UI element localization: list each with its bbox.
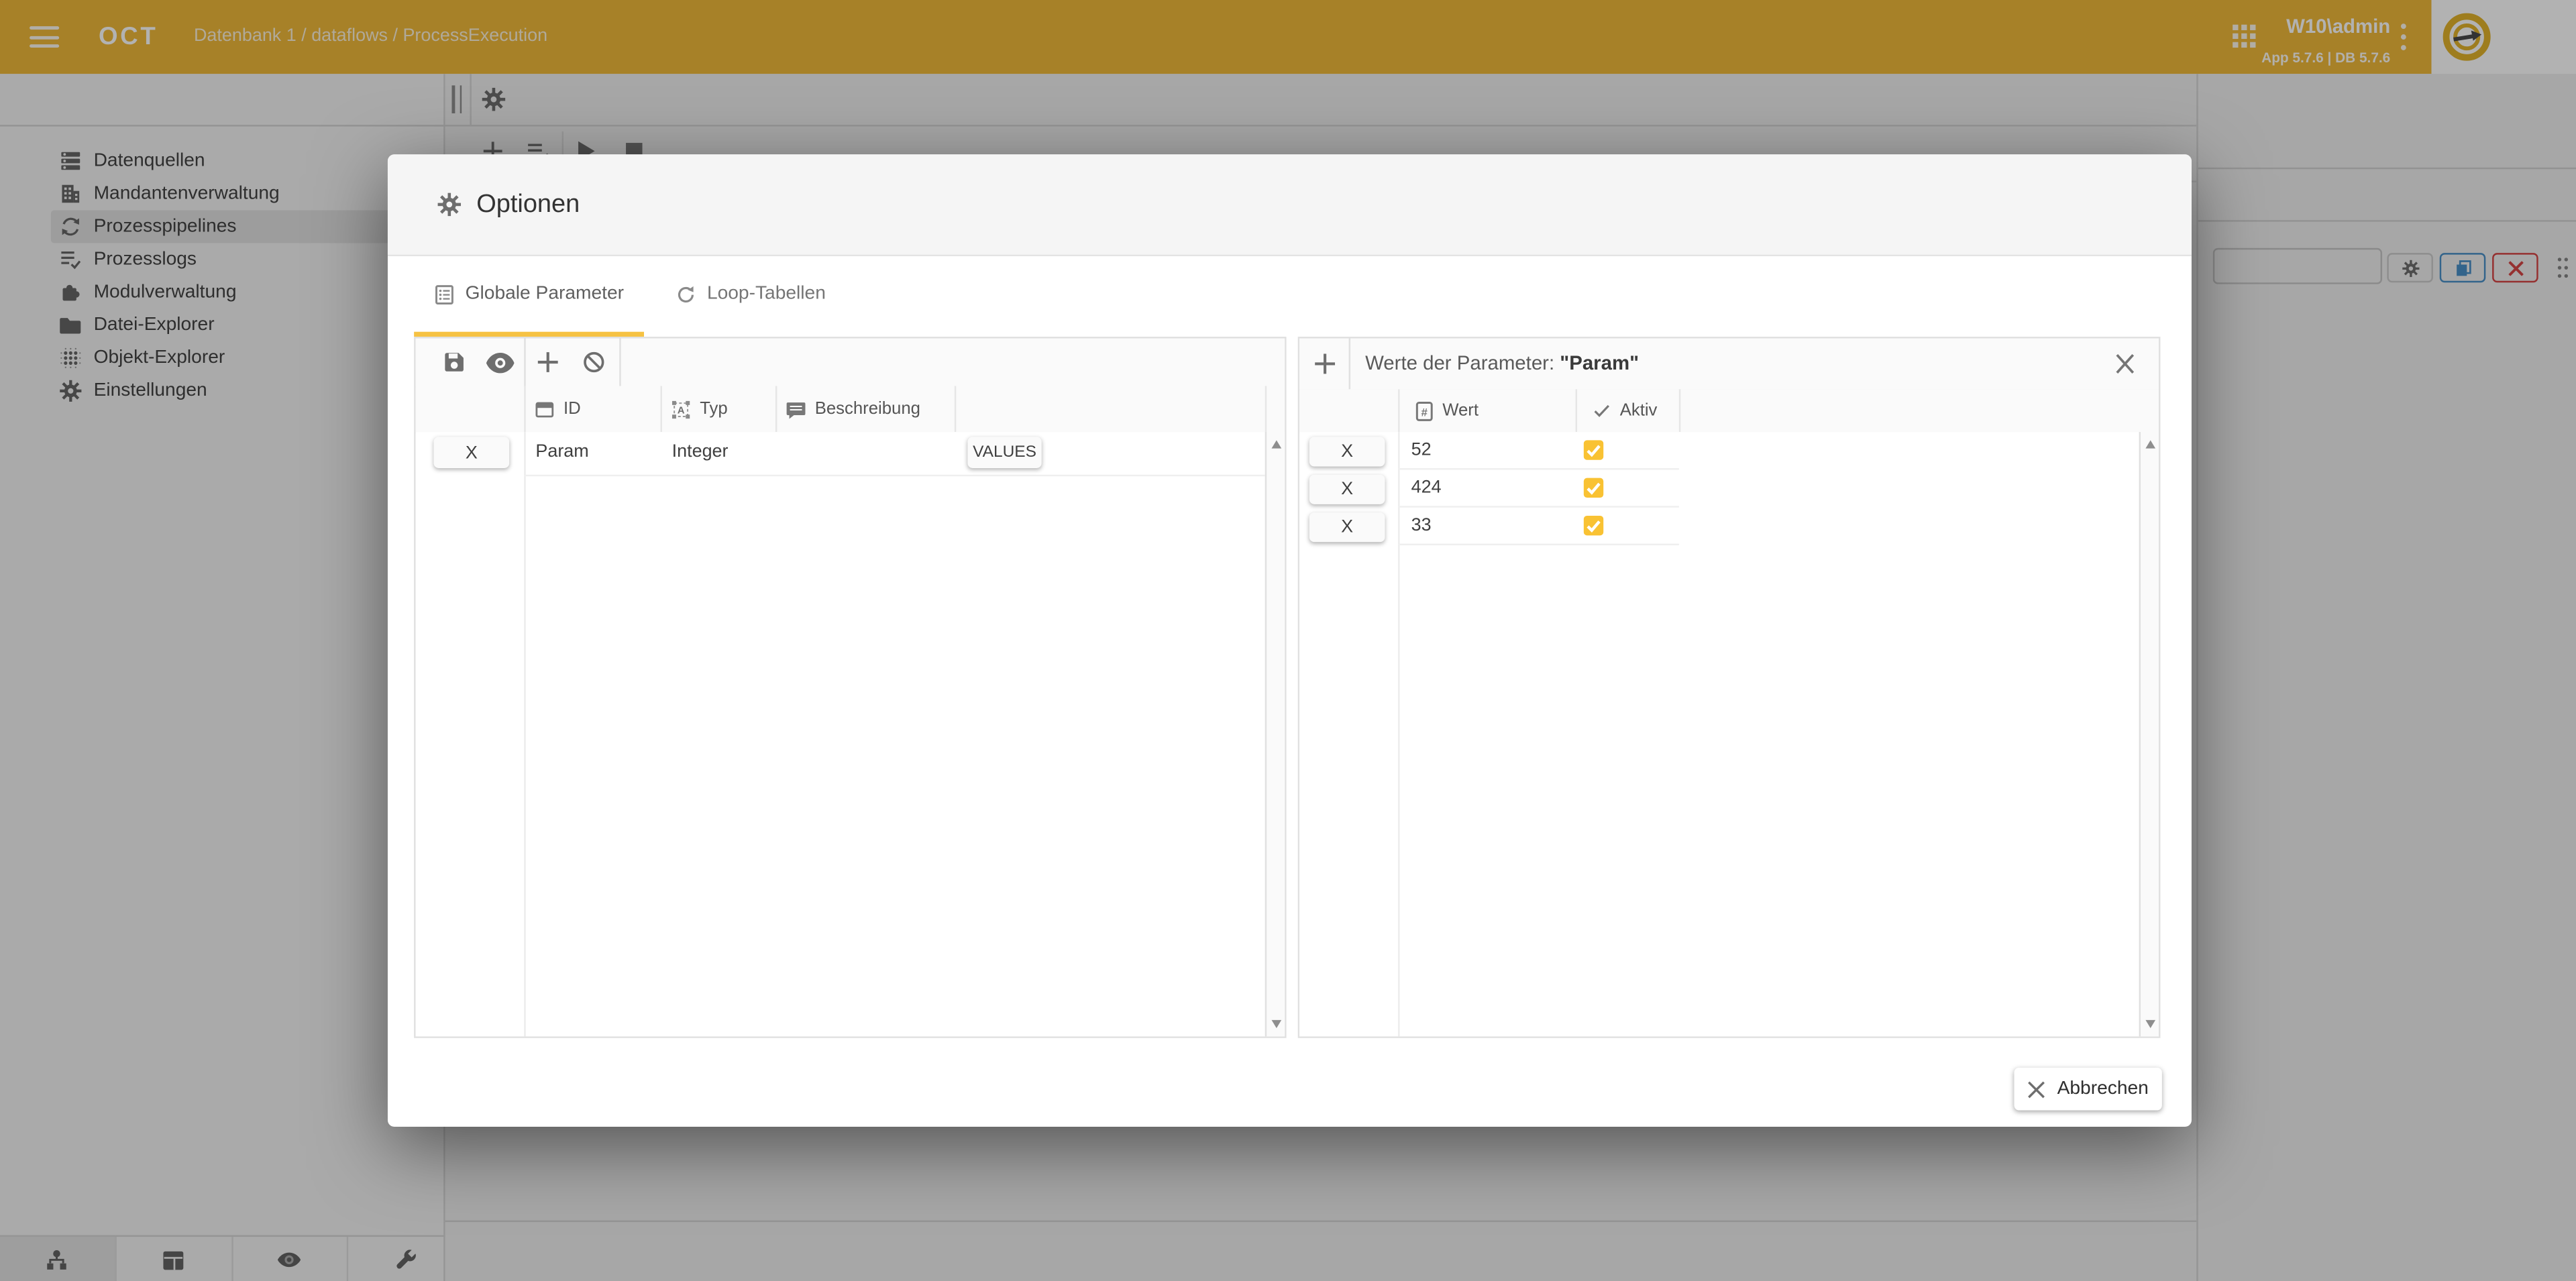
value-row: X 52	[1299, 432, 2159, 469]
values-panel-title: Werte der Parameter: "Param"	[1365, 338, 1639, 389]
active-tab-underline	[414, 332, 644, 337]
scroll-down-arrow[interactable]	[1271, 1020, 1281, 1028]
scroll-down-arrow[interactable]	[2145, 1020, 2155, 1028]
scroll-up-arrow[interactable]	[1271, 440, 1281, 448]
values-scrollbar[interactable]	[2139, 432, 2159, 1036]
params-table: ID A Typ Beschreibung	[414, 337, 1286, 1038]
params-table-header: ID A Typ Beschreibung	[416, 386, 1285, 434]
scroll-up-arrow[interactable]	[2145, 440, 2155, 448]
param-id-cell[interactable]: Param	[535, 437, 588, 468]
value-row: X 33	[1299, 508, 2159, 545]
svg-text:#: #	[1421, 405, 1428, 418]
values-table-body: X 52 X 424 X 33	[1299, 432, 2159, 1036]
values-panel-header: Werte der Parameter: "Param"	[1299, 338, 2159, 390]
param-name-bold: "Param"	[1560, 351, 1639, 374]
aktiv-checkbox[interactable]	[1584, 516, 1603, 535]
svg-text:A: A	[678, 404, 685, 415]
values-button[interactable]: VALUES	[967, 437, 1041, 468]
values-panel: Werte der Parameter: "Param" # Wert	[1298, 337, 2161, 1038]
value-cell[interactable]: 424	[1411, 473, 1442, 504]
preview-eye-icon[interactable]	[484, 351, 516, 374]
params-scrollbar[interactable]	[1265, 432, 1285, 1036]
column-header-aktiv: Aktiv	[1592, 389, 1657, 432]
aktiv-checkbox[interactable]	[1584, 440, 1603, 459]
aktiv-checkbox[interactable]	[1584, 478, 1603, 498]
screen: OCT Datenbank 1 / dataflows / ProcessExe…	[0, 0, 2576, 1281]
tab-label: Loop-Tabellen	[707, 284, 826, 304]
params-table-body: X Param Integer VALUES	[416, 432, 1285, 1036]
add-value-icon[interactable]	[1313, 351, 1338, 376]
close-values-panel-icon[interactable]	[2114, 353, 2136, 375]
values-table-header: # Wert Aktiv	[1299, 389, 2159, 433]
value-row: X 424	[1299, 469, 2159, 507]
dialog-header: Optionen	[388, 154, 2192, 256]
dialog-title: Optionen	[476, 190, 580, 219]
tab-globale-parameter[interactable]: Globale Parameter	[414, 256, 644, 332]
value-cell[interactable]: 52	[1411, 435, 1432, 467]
remove-value-button[interactable]: X	[1309, 475, 1385, 504]
id-card-icon	[534, 398, 555, 420]
cancel-label: Abbrechen	[2057, 1079, 2149, 1099]
remove-value-button[interactable]: X	[1309, 512, 1385, 542]
remove-parameter-button[interactable]: X	[434, 437, 510, 468]
tab-loop-tabellen[interactable]: Loop-Tabellen	[665, 256, 837, 332]
comment-icon	[786, 398, 807, 420]
optionen-dialog: Optionen Globale Parameter Loop-Tabellen	[388, 154, 2192, 1127]
close-icon	[2027, 1080, 2045, 1098]
column-header-id: ID	[534, 386, 581, 433]
param-typ-cell[interactable]: Integer	[672, 437, 729, 468]
params-toolbar	[416, 338, 1285, 387]
value-cell[interactable]: 33	[1411, 511, 1432, 543]
column-header-beschreibung: Beschreibung	[786, 386, 920, 433]
refresh-icon	[676, 283, 697, 304]
type-letter-icon: A	[670, 398, 692, 420]
column-header-wert: # Wert	[1415, 389, 1479, 432]
cancel-button[interactable]: Abbrechen	[2014, 1068, 2161, 1111]
add-parameter-icon[interactable]	[535, 350, 560, 375]
number-icon: #	[1415, 400, 1434, 421]
check-icon	[1592, 401, 1611, 421]
block-icon[interactable]	[582, 350, 606, 375]
tab-label: Globale Parameter	[466, 284, 624, 304]
save-icon[interactable]	[442, 350, 467, 375]
remove-value-button[interactable]: X	[1309, 437, 1385, 466]
column-header-typ: A Typ	[670, 386, 728, 433]
gear-icon	[437, 192, 462, 217]
list-box-icon	[434, 283, 455, 304]
